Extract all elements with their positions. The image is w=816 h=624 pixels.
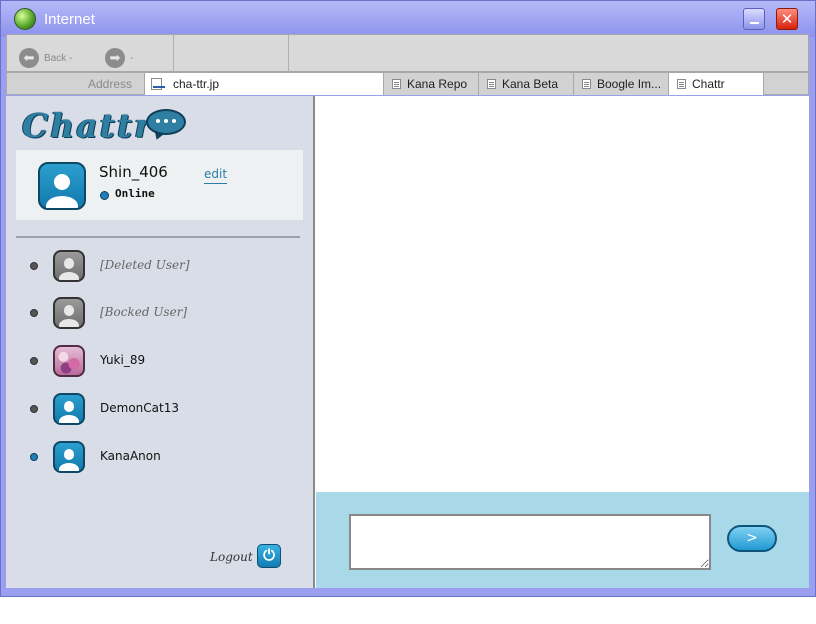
contact-item[interactable]: DemonCat13 — [6, 389, 306, 429]
window-title: Internet — [44, 11, 95, 28]
speech-bubble-icon — [146, 109, 186, 135]
browser-toolbar: ⬅ Back - ➡ - — [6, 34, 809, 72]
offline-status-icon — [30, 357, 38, 365]
back-arrow-icon: ⬅ — [19, 48, 39, 68]
chat-messages-area — [316, 96, 809, 492]
contact-name: Yuki_89 — [100, 353, 146, 367]
contact-item[interactable]: KanaAnon — [6, 437, 306, 477]
forward-button[interactable]: ➡ - — [105, 48, 133, 68]
online-status-icon — [30, 453, 38, 461]
address-bar: Address cha-ttr.jp Kana Repo Kana Beta B… — [6, 72, 809, 95]
forward-label: - — [130, 52, 134, 64]
contact-name: [Deleted User] — [100, 258, 190, 272]
contact-item[interactable]: Yuki_89 — [6, 341, 306, 381]
tab-kana-repo[interactable]: Kana Repo — [384, 73, 479, 95]
tab-label: Chattr — [692, 77, 725, 91]
power-icon[interactable]: ⏻ — [257, 544, 281, 568]
close-button[interactable]: ✕ — [776, 8, 798, 30]
username: Shin_406 — [99, 163, 168, 181]
chat-sidebar: Chattr Shin_406 Online edit [Deleted Use… — [6, 96, 315, 588]
page-icon — [151, 78, 165, 90]
contact-item[interactable]: [Deleted User] — [6, 246, 306, 286]
address-field[interactable]: cha-ttr.jp — [144, 73, 384, 95]
page-icon — [582, 79, 591, 89]
toolbar-divider — [288, 35, 289, 72]
message-input[interactable] — [349, 514, 711, 570]
tab-chattr[interactable]: Chattr — [669, 73, 764, 95]
offline-status-icon — [30, 262, 38, 270]
back-label: Back - — [44, 52, 73, 64]
offline-status-icon — [30, 405, 38, 413]
edit-profile-link[interactable]: edit — [204, 167, 228, 184]
back-button[interactable]: ⬅ Back - — [19, 48, 72, 68]
contact-name: [Bocked User] — [100, 305, 188, 319]
page-icon — [487, 79, 496, 89]
status-text: Online — [115, 187, 155, 200]
page-content: Chattr Shin_406 Online edit [Deleted Use… — [6, 96, 809, 588]
page-icon — [392, 79, 401, 89]
contact-avatar — [53, 441, 85, 473]
contact-avatar — [53, 393, 85, 425]
online-status-icon — [100, 191, 109, 200]
toolbar-divider — [173, 35, 174, 72]
tab-boogle-images[interactable]: Boogle Im... — [574, 73, 669, 95]
tab-label: Boogle Im... — [597, 77, 662, 91]
contact-avatar — [53, 345, 85, 377]
offline-status-icon — [30, 309, 38, 317]
contact-item[interactable]: [Bocked User] — [6, 293, 306, 333]
chattr-logo: Chattr — [22, 104, 192, 150]
message-composer: > — [316, 492, 809, 588]
sidebar-divider — [16, 236, 300, 238]
tab-label: Kana Beta — [502, 77, 559, 91]
profile-card: Shin_406 Online edit — [16, 150, 303, 220]
tab-label: Kana Repo — [407, 77, 468, 91]
address-label: Address — [88, 77, 133, 91]
contact-avatar — [53, 250, 85, 282]
user-avatar[interactable] — [38, 162, 86, 210]
contact-avatar — [53, 297, 85, 329]
tab-kana-beta[interactable]: Kana Beta — [479, 73, 574, 95]
logo-text: Chattr — [22, 106, 154, 145]
contact-name: KanaAnon — [100, 449, 161, 463]
page-icon — [677, 79, 686, 89]
globe-icon — [14, 8, 36, 30]
forward-arrow-icon: ➡ — [105, 48, 125, 68]
contact-name: DemonCat13 — [100, 401, 179, 415]
logout-label[interactable]: Logout — [210, 550, 253, 564]
title-bar[interactable]: Internet ✕ — [1, 1, 815, 37]
send-button[interactable]: > — [727, 525, 777, 552]
minimize-button[interactable] — [743, 8, 765, 30]
address-url: cha-ttr.jp — [173, 77, 220, 91]
